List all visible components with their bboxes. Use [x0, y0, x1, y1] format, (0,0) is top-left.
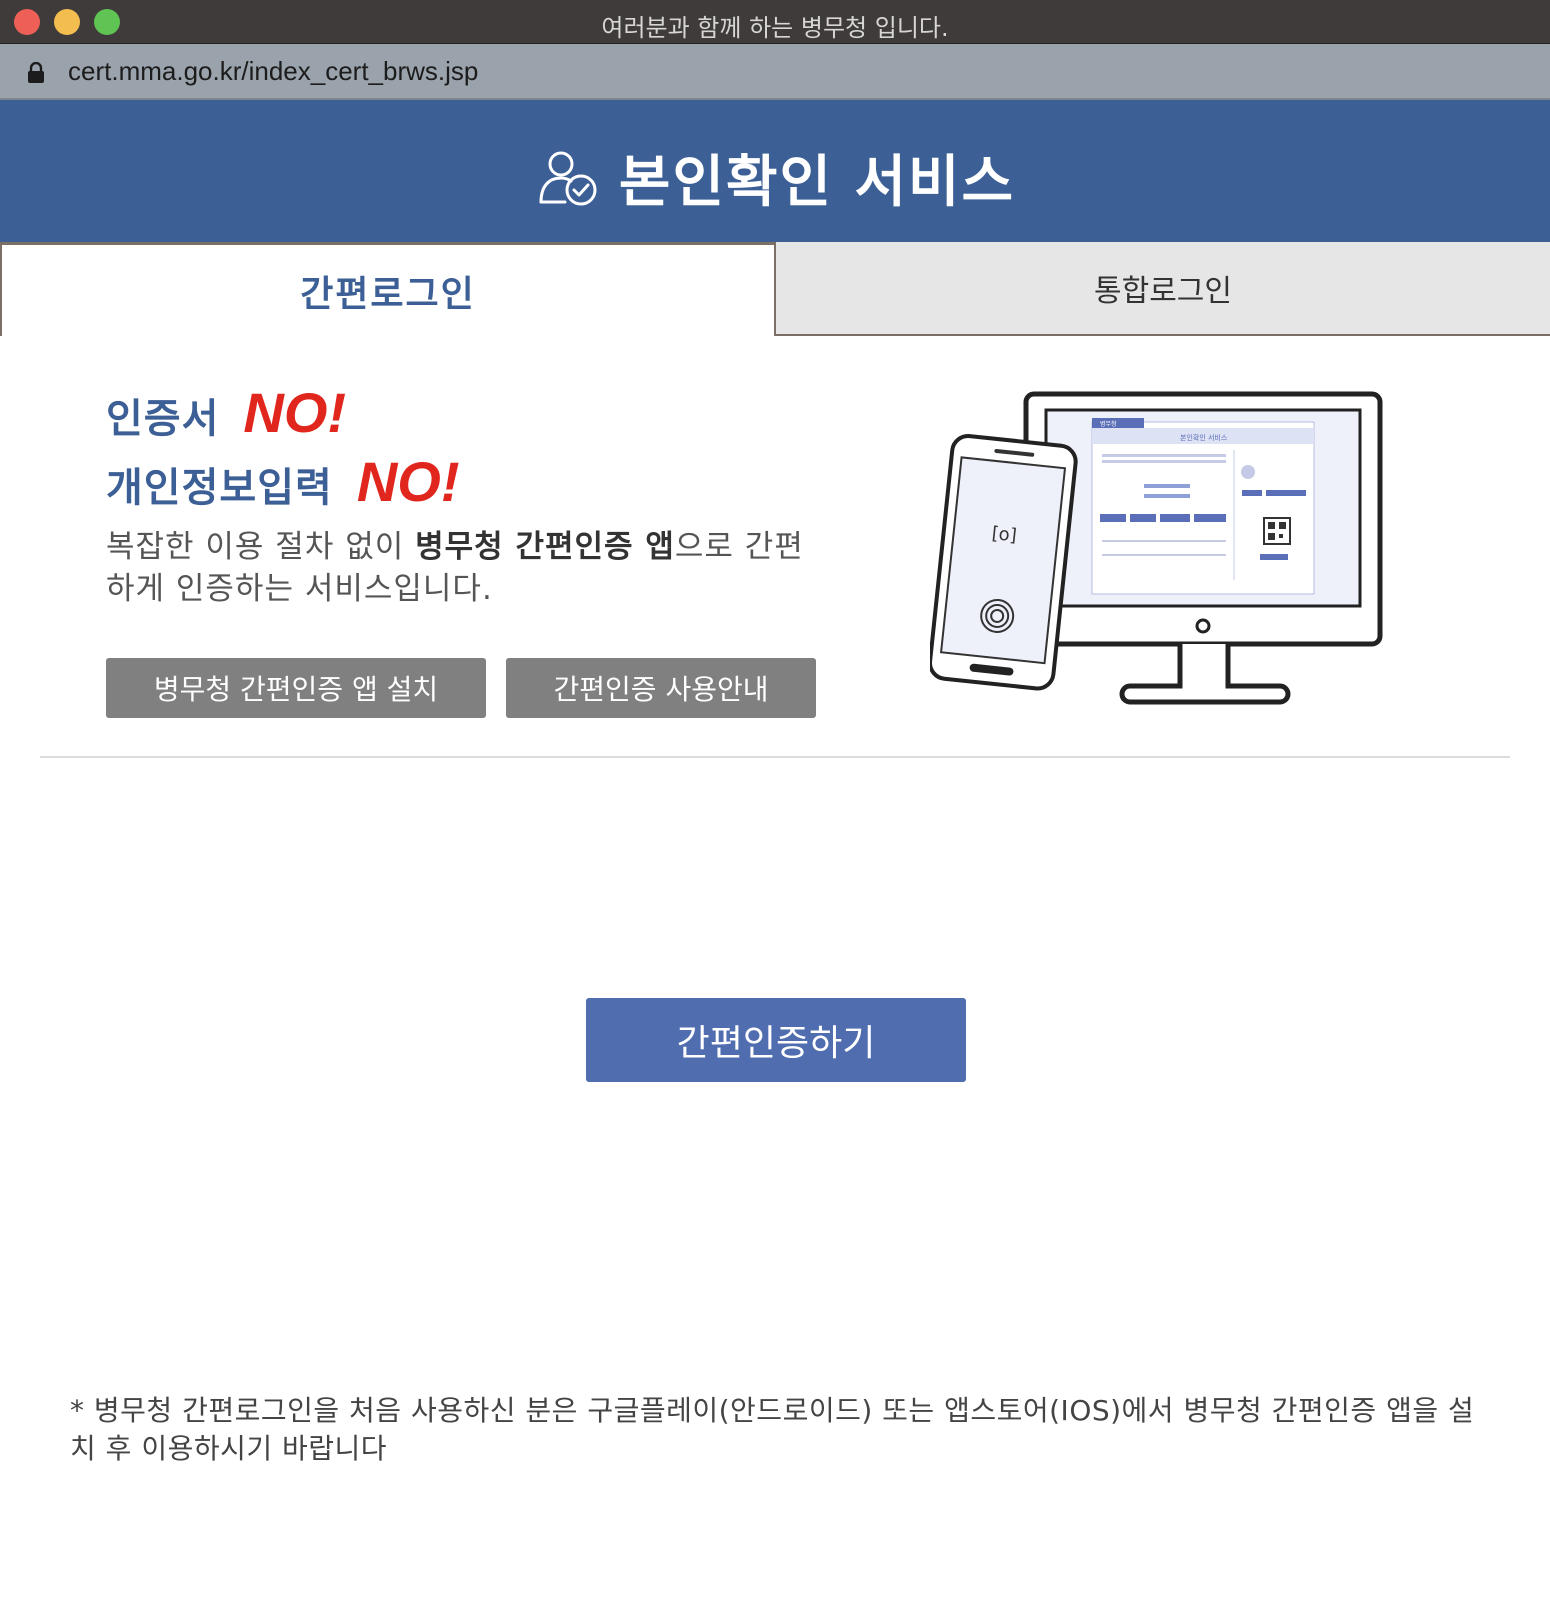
install-notice: * 병무청 간편로그인을 처음 사용하신 분은 구글플레이(안드로이드) 또는 … [70, 1394, 1475, 1465]
svg-text:[o]: [o] [991, 523, 1018, 547]
window-titlebar: 여러분과 함께 하는 병무청 입니다. [0, 0, 1550, 44]
intro-section: 인증서 NO! 개인정보입력 NO! 복잡한 이용 절차 없이 병무청 간편인증… [106, 380, 826, 610]
lock-icon [28, 62, 44, 83]
personal-info-heading: 개인정보입력 [106, 465, 333, 511]
window-title: 여러분과 함께 하는 병무청 입니다. [601, 14, 949, 42]
authenticate-button[interactable]: 간편인증하기 [586, 998, 966, 1082]
desc-bold-text: 병무청 간편인증 앱 [415, 529, 675, 565]
page-title: 본인확인 서비스 [618, 149, 1016, 215]
section-divider [40, 756, 1510, 758]
certificate-heading: 인증서 [106, 396, 220, 442]
phone-monitor-illustration: 병무청 본인확인 서비스 [o] [930, 391, 1383, 705]
install-app-button[interactable]: 병무청 간편인증 앱 설치 [106, 658, 486, 718]
no-badge: NO! [243, 381, 347, 444]
login-tabs: 간편로그인 통합로그인 [0, 242, 1550, 336]
tab-label: 통합로그인 [1094, 274, 1232, 309]
page-header: 본인확인 서비스 [0, 100, 1550, 242]
tab-integrated-login[interactable]: 통합로그인 [776, 242, 1550, 336]
intro-description: 복잡한 이용 절차 없이 병무청 간편인증 앱으로 간편하게 인증하는 서비스입… [106, 526, 826, 610]
desc-text: 복잡한 이용 절차 없이 [106, 529, 416, 565]
screen-tab-label: 병무청 [1100, 420, 1117, 428]
usage-guide-button[interactable]: 간편인증 사용안내 [506, 658, 816, 718]
no-badge: NO! [356, 450, 460, 513]
tab-simple-login[interactable]: 간편로그인 [0, 242, 776, 336]
user-check-icon [539, 151, 597, 206]
address-bar[interactable]: cert.mma.go.kr/index_cert_brws.jsp [0, 44, 1550, 100]
screen-title-label: 본인확인 서비스 [1180, 433, 1228, 442]
intro-buttons: 병무청 간편인증 앱 설치 간편인증 사용안내 [106, 658, 816, 718]
tab-label: 간편로그인 [300, 273, 476, 315]
url-text[interactable]: cert.mma.go.kr/index_cert_brws.jsp [68, 56, 478, 87]
